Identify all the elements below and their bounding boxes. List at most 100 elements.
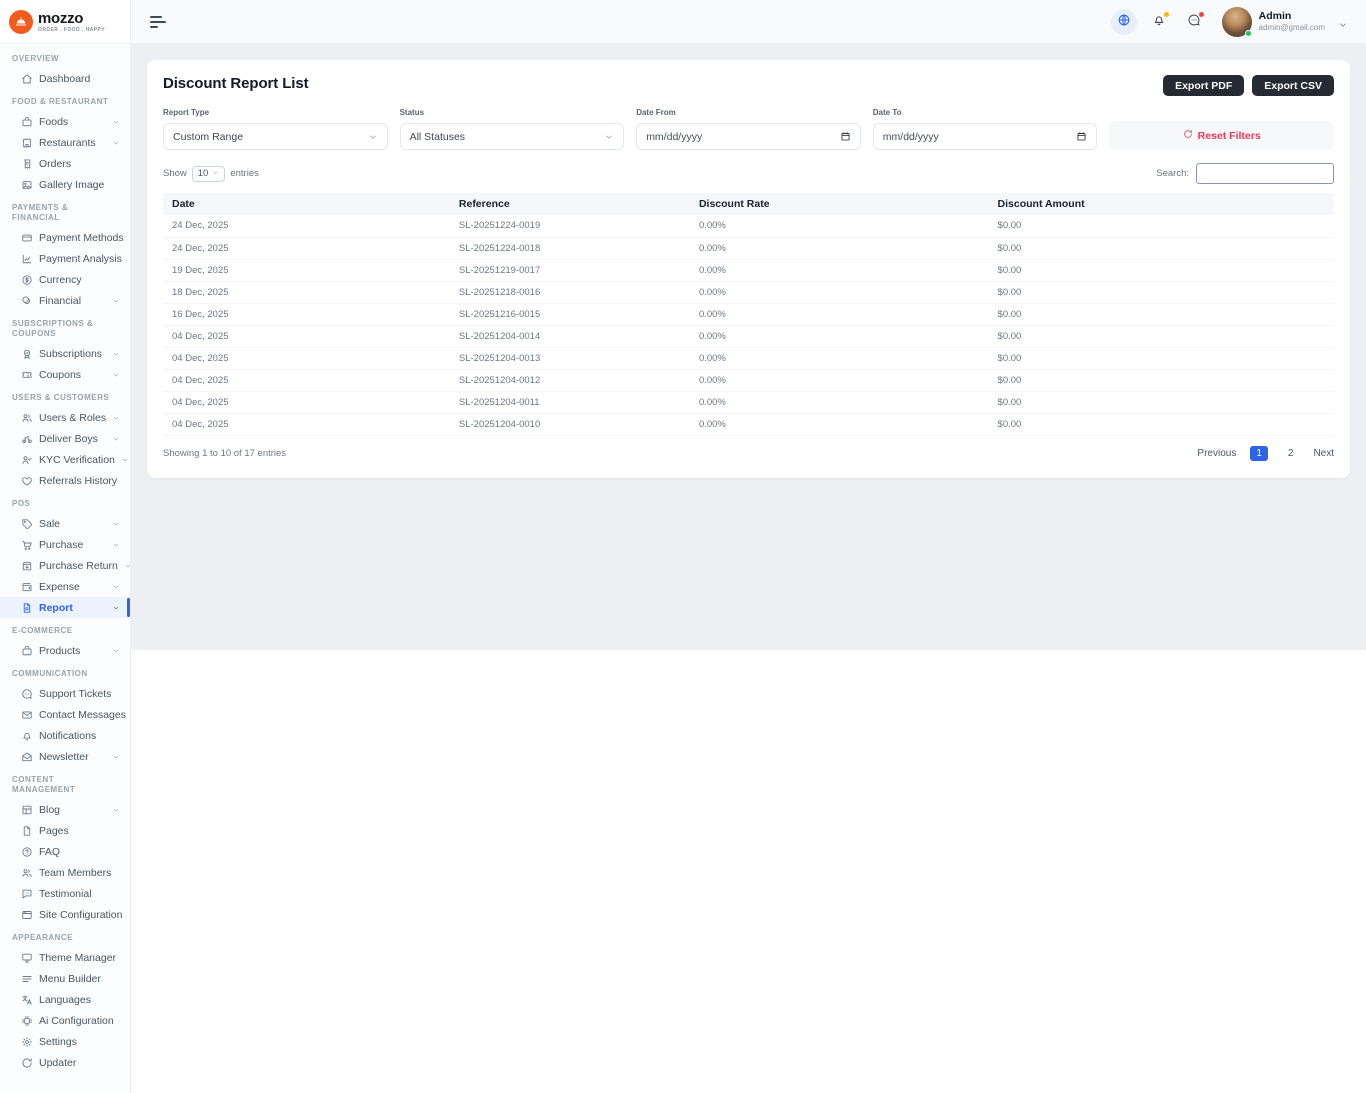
table-row[interactable]: 04 Dec, 2025 SL-20251204-0010 0.00% $0.0… bbox=[163, 413, 1334, 436]
content-area: Discount Report List Export PDF Export C… bbox=[131, 44, 1366, 650]
sidebar-item-gallery-image[interactable]: Gallery Image bbox=[0, 174, 130, 195]
date-to-input[interactable]: mm/dd/yyyy bbox=[872, 123, 1098, 150]
table-row[interactable]: 19 Dec, 2025 SL-20251219-0017 0.00% $0.0… bbox=[163, 259, 1334, 282]
cell-discount-amount: $0.00 bbox=[988, 413, 1334, 436]
sidebar-item-ai-configuration[interactable]: Ai Configuration bbox=[0, 1010, 130, 1031]
sidebar-section: CONTENT MANAGEMENT Blog Pages FAQ Team M… bbox=[0, 767, 130, 925]
sidebar-toggle-button[interactable] bbox=[146, 12, 170, 32]
sidebar-item-label: Dashboard bbox=[39, 72, 91, 85]
column-header-discount-rate[interactable]: Discount Rate bbox=[689, 193, 989, 215]
page-size-select[interactable]: 10 bbox=[191, 165, 226, 182]
column-header-discount-amount[interactable]: Discount Amount bbox=[988, 193, 1334, 215]
sidebar-item-team-members[interactable]: Team Members bbox=[0, 862, 130, 883]
sidebar-item-theme-manager[interactable]: Theme Manager bbox=[0, 947, 130, 968]
filter-bar: Report Type Custom Range Status All Stat… bbox=[163, 108, 1334, 150]
sidebar-item-label: Financial bbox=[39, 294, 82, 307]
sidebar-item-currency[interactable]: Currency bbox=[0, 269, 130, 290]
sidebar-item-coupons[interactable]: Coupons bbox=[0, 364, 130, 385]
sidebar-item-restaurants[interactable]: Restaurants bbox=[0, 132, 130, 153]
avatar bbox=[1221, 6, 1252, 37]
calendar-icon[interactable] bbox=[1076, 131, 1087, 142]
cell-reference: SL-20251204-0013 bbox=[449, 347, 690, 370]
sidebar-item-dashboard[interactable]: Dashboard bbox=[0, 68, 130, 89]
sidebar-item-testimonial[interactable]: Testimonial bbox=[0, 883, 130, 904]
main-column: Admin admin@gmail.com Discount Report Li… bbox=[131, 0, 1366, 1093]
date-from-input[interactable]: mm/dd/yyyy bbox=[636, 123, 861, 150]
sidebar-section-title: SUBSCRIPTIONS & COUPONS bbox=[12, 319, 94, 338]
table-row[interactable]: 18 Dec, 2025 SL-20251218-0016 0.00% $0.0… bbox=[163, 281, 1334, 304]
chevron-down-icon bbox=[212, 168, 219, 179]
table-row[interactable]: 04 Dec, 2025 SL-20251204-0012 0.00% $0.0… bbox=[163, 369, 1334, 392]
sidebar-item-label: Site Configuration bbox=[39, 908, 123, 921]
subscriptions-icon bbox=[21, 348, 33, 360]
sidebar-item-orders[interactable]: Orders bbox=[0, 153, 130, 174]
cell-reference: SL-20251204-0011 bbox=[449, 391, 690, 414]
sidebar-item-notifications[interactable]: Notifications bbox=[0, 725, 130, 746]
sidebar-item-menu-builder[interactable]: Menu Builder bbox=[0, 968, 130, 989]
sidebar-item-report[interactable]: Report bbox=[0, 597, 130, 618]
pagination-page-2[interactable]: 2 bbox=[1282, 446, 1300, 461]
cell-date: 18 Dec, 2025 bbox=[163, 281, 450, 304]
sidebar-item-label: Theme Manager bbox=[39, 951, 117, 964]
sidebar-item-contact-messages[interactable]: Contact Messages bbox=[0, 704, 130, 725]
sidebar-item-settings[interactable]: Settings bbox=[0, 1031, 130, 1052]
sidebar-section-items: Dashboard bbox=[0, 68, 130, 89]
calendar-icon[interactable] bbox=[840, 131, 851, 142]
sidebar-item-products[interactable]: Products bbox=[0, 640, 130, 661]
sidebar-item-purchase[interactable]: Purchase bbox=[0, 534, 130, 555]
sidebar-item-financial[interactable]: Financial bbox=[0, 290, 130, 311]
user-menu[interactable]: Admin admin@gmail.com bbox=[1221, 6, 1348, 37]
report-type-label: Report Type bbox=[163, 108, 210, 117]
messages-button[interactable] bbox=[1181, 9, 1207, 35]
sidebar-item-label: Gallery Image bbox=[39, 178, 105, 191]
sidebar-item-payment-methods[interactable]: Payment Methods bbox=[0, 227, 130, 248]
sidebar-item-payment-analysis[interactable]: Payment Analysis bbox=[0, 248, 130, 269]
sidebar-item-blog[interactable]: Blog bbox=[0, 799, 130, 820]
export-csv-button[interactable]: Export CSV bbox=[1252, 75, 1334, 96]
table-row[interactable]: 16 Dec, 2025 SL-20251216-0015 0.00% $0.0… bbox=[163, 303, 1334, 326]
cell-discount-amount: $0.00 bbox=[988, 259, 1334, 282]
status-select[interactable]: All Statuses bbox=[399, 123, 625, 150]
sidebar-item-site-configuration[interactable]: Site Configuration bbox=[0, 904, 130, 925]
sidebar-item-expense[interactable]: Expense bbox=[0, 576, 130, 597]
pagination-page-1[interactable]: 1 bbox=[1250, 445, 1268, 461]
search-input[interactable] bbox=[1196, 163, 1334, 184]
sidebar-item-referrals-history[interactable]: Referrals History bbox=[0, 470, 130, 491]
table-row[interactable]: 04 Dec, 2025 SL-20251204-0013 0.00% $0.0… bbox=[163, 347, 1334, 370]
sidebar-item-sale[interactable]: Sale bbox=[0, 513, 130, 534]
sidebar-item-pages[interactable]: Pages bbox=[0, 820, 130, 841]
sidebar-item-faq[interactable]: FAQ bbox=[0, 841, 130, 862]
sidebar-item-newsletter[interactable]: Newsletter bbox=[0, 746, 130, 767]
table-row[interactable]: 24 Dec, 2025 SL-20251224-0018 0.00% $0.0… bbox=[163, 237, 1334, 260]
table-row[interactable]: 04 Dec, 2025 SL-20251204-0014 0.00% $0.0… bbox=[163, 325, 1334, 348]
language-globe-button[interactable] bbox=[1110, 8, 1137, 35]
column-header-date[interactable]: Date bbox=[163, 193, 450, 215]
site-configuration-icon bbox=[21, 909, 33, 921]
table-row[interactable]: 24 Dec, 2025 SL-20251224-0019 0.00% $0.0… bbox=[163, 215, 1334, 238]
reset-filters-button[interactable]: Reset Filters bbox=[1109, 121, 1334, 150]
notifications-button[interactable] bbox=[1146, 9, 1172, 35]
table-row[interactable]: 04 Dec, 2025 SL-20251204-0011 0.00% $0.0… bbox=[163, 391, 1334, 414]
sidebar-item-updater[interactable]: Updater bbox=[0, 1052, 130, 1073]
sidebar-item-label: Products bbox=[39, 644, 81, 657]
export-pdf-button[interactable]: Export PDF bbox=[1163, 75, 1245, 96]
pagination-next[interactable]: Next bbox=[1313, 448, 1334, 459]
sidebar-item-languages[interactable]: Languages bbox=[0, 989, 130, 1010]
globe-icon bbox=[1117, 13, 1131, 30]
report-type-select[interactable]: Custom Range bbox=[163, 123, 388, 150]
sidebar-section-title: APPEARANCE bbox=[12, 933, 74, 942]
sidebar-item-support-tickets[interactable]: Support Tickets bbox=[0, 683, 130, 704]
sidebar-item-kyc-verification[interactable]: KYC Verification bbox=[0, 449, 130, 470]
sidebar-item-users-roles[interactable]: Users & Roles bbox=[0, 407, 130, 428]
pagination-previous[interactable]: Previous bbox=[1197, 448, 1236, 459]
brand-logo[interactable]: mozzo ORDER . FOOD . HAPPY bbox=[0, 0, 130, 44]
sidebar-item-deliver-boys[interactable]: Deliver Boys bbox=[0, 428, 130, 449]
column-header-reference[interactable]: Reference bbox=[449, 193, 690, 215]
settings-icon bbox=[21, 1036, 33, 1048]
sidebar-item-subscriptions[interactable]: Subscriptions bbox=[0, 343, 130, 364]
sidebar-item-foods[interactable]: Foods bbox=[0, 111, 130, 132]
sidebar-section-title: POS bbox=[12, 499, 31, 508]
sidebar-section: PAYMENTS & FINANCIAL Payment Methods Pay… bbox=[0, 195, 130, 311]
sidebar-item-purchase-return[interactable]: Purchase Return bbox=[0, 555, 130, 576]
cell-discount-amount: $0.00 bbox=[988, 237, 1334, 260]
